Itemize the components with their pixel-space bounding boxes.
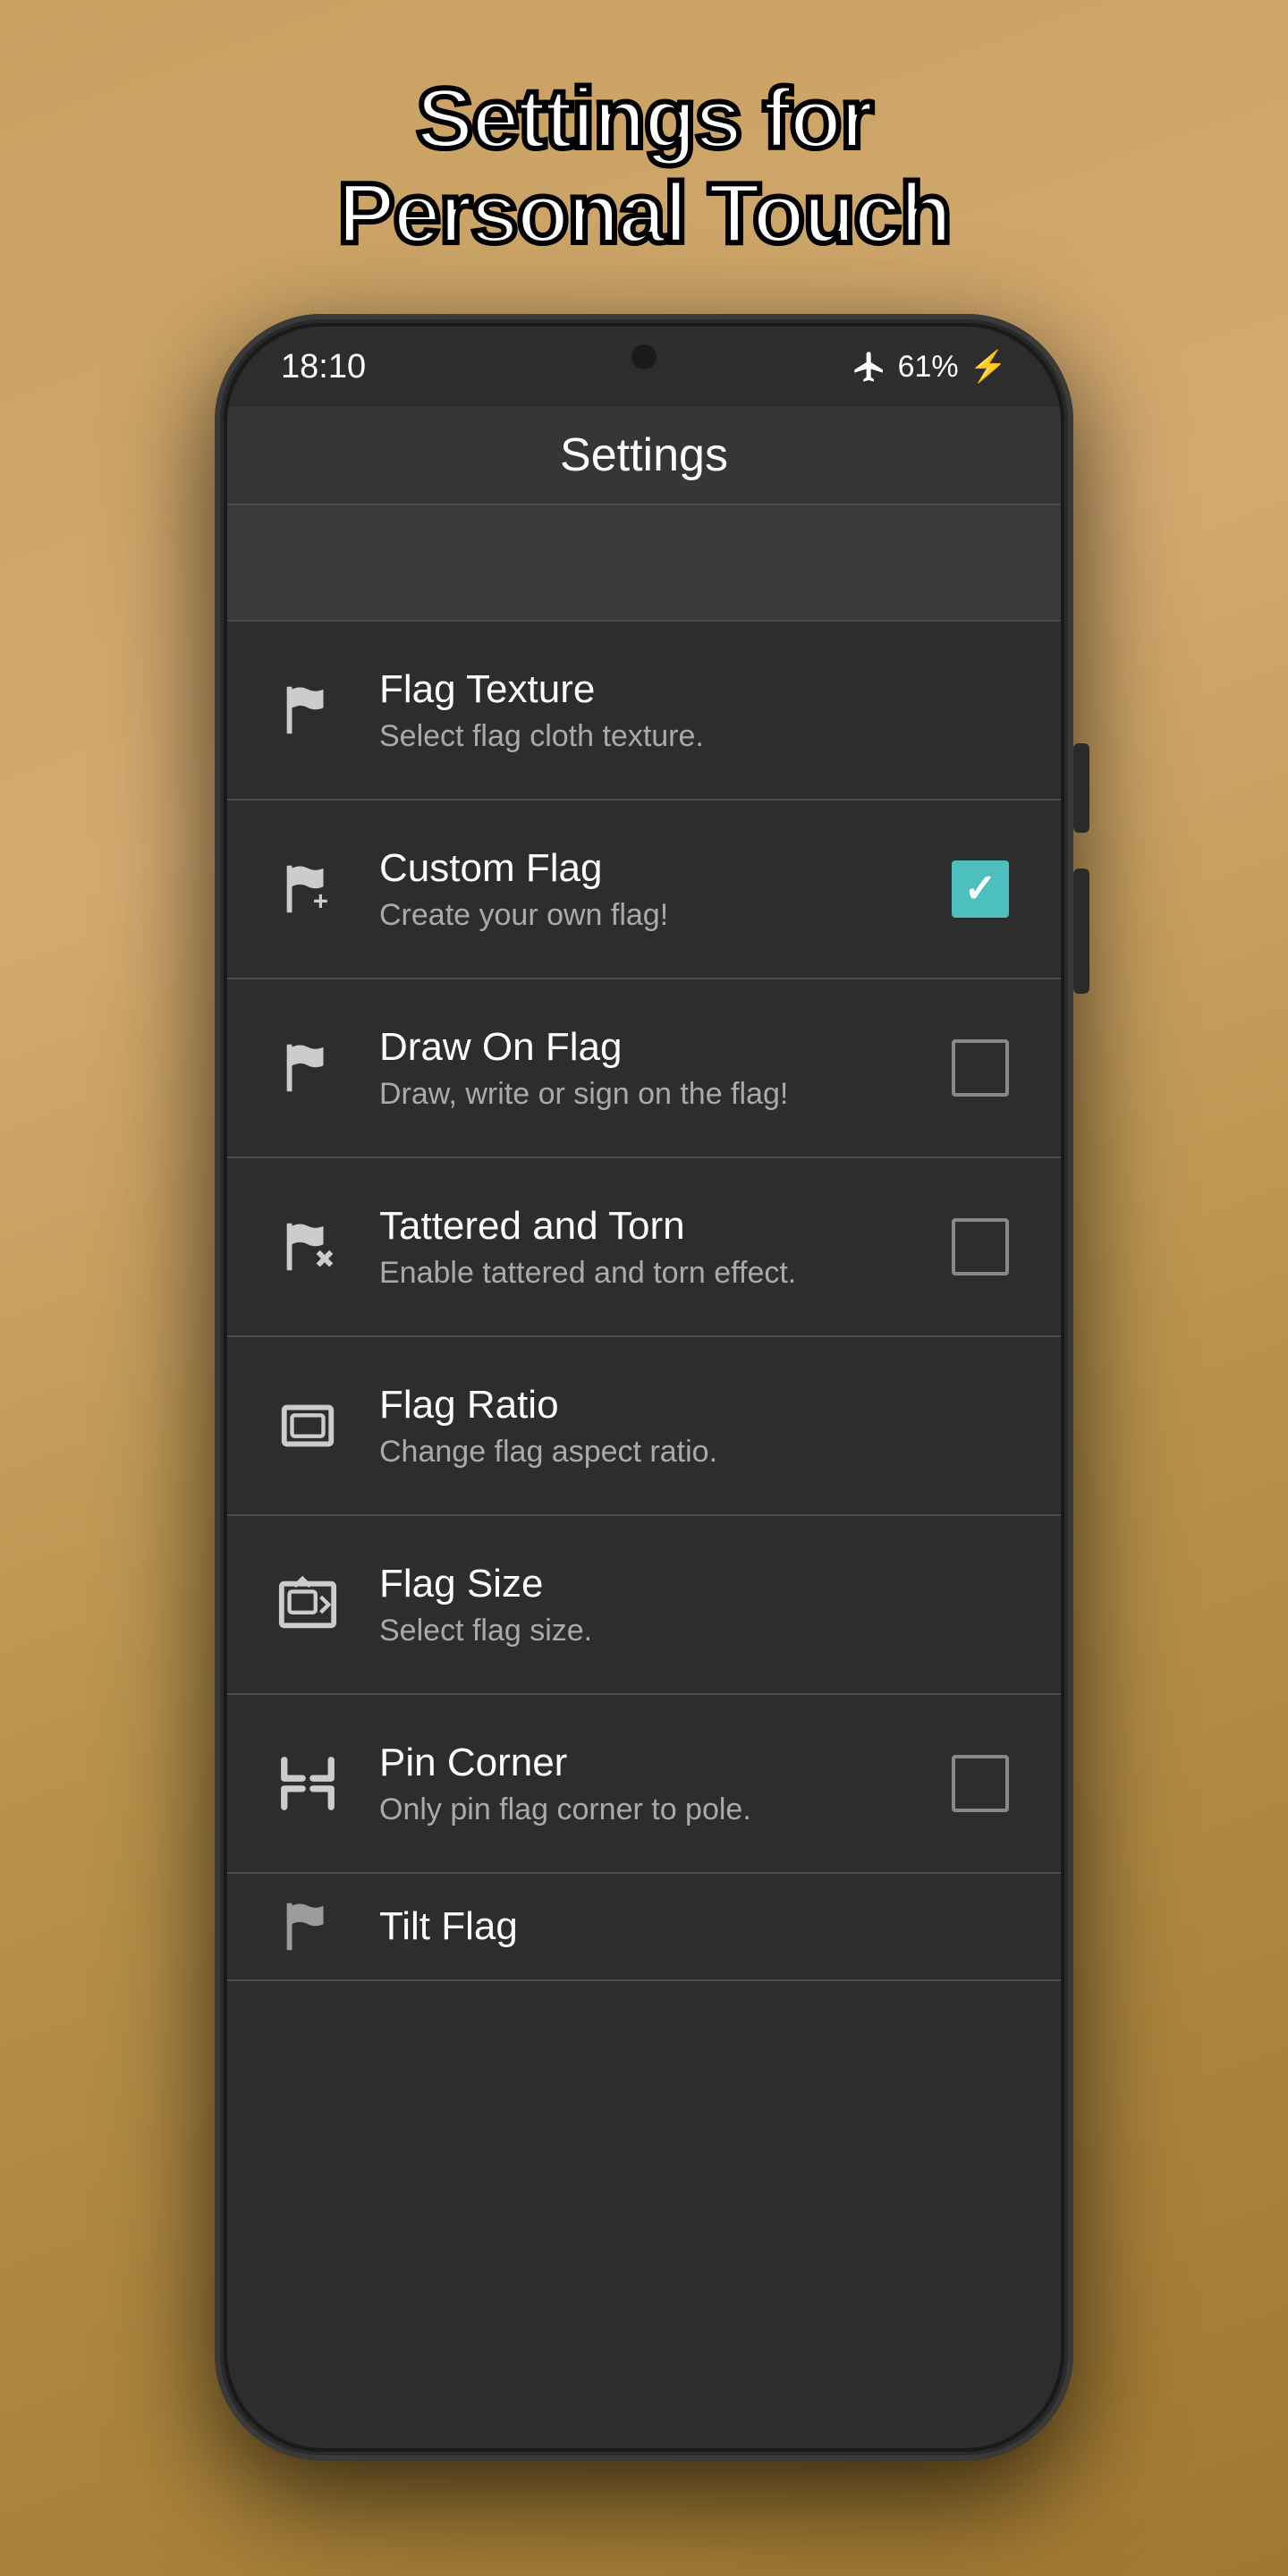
flag-ratio-subtitle: Change flag aspect ratio. bbox=[379, 1435, 1016, 1470]
status-time: 18:10 bbox=[281, 348, 366, 386]
app-header-title: Settings bbox=[560, 428, 728, 482]
settings-item-custom-flag[interactable]: + Custom Flag Create your own flag! bbox=[227, 801, 1061, 979]
settings-item-pin-corner[interactable]: Pin Corner Only pin flag corner to pole. bbox=[227, 1695, 1061, 1874]
flag-size-icon bbox=[272, 1569, 343, 1640]
airplane-icon bbox=[852, 349, 887, 385]
draw-flag-text: Draw On Flag Draw, write or sign on the … bbox=[379, 1025, 909, 1112]
draw-flag-control[interactable] bbox=[945, 1032, 1016, 1104]
tattered-flag-icon bbox=[272, 1211, 343, 1283]
pin-corner-title: Pin Corner bbox=[379, 1741, 909, 1785]
volume-down-button[interactable] bbox=[1073, 869, 1089, 994]
pin-corner-text: Pin Corner Only pin flag corner to pole. bbox=[379, 1741, 909, 1827]
custom-flag-checkbox[interactable] bbox=[952, 860, 1009, 918]
settings-item-tilt-flag[interactable]: Tilt Flag bbox=[227, 1874, 1061, 1981]
page-title: Settings for Personal Touch bbox=[337, 72, 950, 260]
pin-corner-icon bbox=[272, 1748, 343, 1819]
phone-device: 18:10 61% ⚡ Settings bbox=[215, 314, 1073, 2461]
tattered-torn-checkbox[interactable] bbox=[952, 1218, 1009, 1275]
settings-item-flag-size[interactable]: Flag Size Select flag size. bbox=[227, 1516, 1061, 1695]
flag-size-subtitle: Select flag size. bbox=[379, 1614, 1016, 1648]
custom-flag-title: Custom Flag bbox=[379, 846, 909, 891]
tattered-torn-title: Tattered and Torn bbox=[379, 1204, 909, 1249]
draw-flag-icon bbox=[272, 1032, 343, 1104]
section-spacer bbox=[227, 505, 1061, 622]
settings-item-draw-on-flag[interactable]: Draw On Flag Draw, write or sign on the … bbox=[227, 979, 1061, 1158]
svg-text:+: + bbox=[313, 888, 328, 917]
pin-corner-subtitle: Only pin flag corner to pole. bbox=[379, 1792, 909, 1827]
camera-notch bbox=[631, 344, 657, 369]
tilt-flag-text: Tilt Flag bbox=[379, 1904, 1016, 1949]
settings-item-flag-texture[interactable]: Flag Texture Select flag cloth texture. bbox=[227, 622, 1061, 801]
custom-flag-text: Custom Flag Create your own flag! bbox=[379, 846, 909, 933]
settings-list: Flag Texture Select flag cloth texture. … bbox=[227, 622, 1061, 2448]
volume-up-button[interactable] bbox=[1073, 743, 1089, 833]
flag-ratio-text: Flag Ratio Change flag aspect ratio. bbox=[379, 1383, 1016, 1470]
phone-screen: 18:10 61% ⚡ Settings bbox=[227, 326, 1061, 2448]
tattered-torn-subtitle: Enable tattered and torn effect. bbox=[379, 1256, 909, 1291]
custom-flag-icon: + bbox=[272, 853, 343, 925]
draw-flag-title: Draw On Flag bbox=[379, 1025, 909, 1070]
flag-texture-subtitle: Select flag cloth texture. bbox=[379, 719, 1016, 754]
status-bar: 18:10 61% ⚡ bbox=[227, 326, 1061, 407]
flag-size-text: Flag Size Select flag size. bbox=[379, 1562, 1016, 1648]
flag-ratio-icon bbox=[272, 1390, 343, 1462]
tattered-torn-control[interactable] bbox=[945, 1211, 1016, 1283]
settings-item-flag-ratio[interactable]: Flag Ratio Change flag aspect ratio. bbox=[227, 1337, 1061, 1516]
tattered-torn-text: Tattered and Torn Enable tattered and to… bbox=[379, 1204, 909, 1291]
battery-icon: ⚡ bbox=[970, 349, 1007, 385]
tilt-flag-icon bbox=[272, 1891, 343, 1962]
flag-size-title: Flag Size bbox=[379, 1562, 1016, 1606]
custom-flag-control[interactable] bbox=[945, 853, 1016, 925]
flag-texture-title: Flag Texture bbox=[379, 667, 1016, 712]
draw-flag-subtitle: Draw, write or sign on the flag! bbox=[379, 1077, 909, 1112]
pin-corner-control[interactable] bbox=[945, 1748, 1016, 1819]
tilt-flag-title: Tilt Flag bbox=[379, 1904, 1016, 1949]
draw-flag-checkbox[interactable] bbox=[952, 1039, 1009, 1097]
flag-texture-icon bbox=[272, 674, 343, 746]
battery-percent: 61% bbox=[898, 350, 959, 385]
app-header: Settings bbox=[227, 407, 1061, 505]
status-icons: 61% ⚡ bbox=[852, 349, 1007, 385]
custom-flag-subtitle: Create your own flag! bbox=[379, 898, 909, 933]
flag-texture-text: Flag Texture Select flag cloth texture. bbox=[379, 667, 1016, 754]
settings-item-tattered-torn[interactable]: Tattered and Torn Enable tattered and to… bbox=[227, 1158, 1061, 1337]
flag-ratio-title: Flag Ratio bbox=[379, 1383, 1016, 1428]
pin-corner-checkbox[interactable] bbox=[952, 1755, 1009, 1812]
